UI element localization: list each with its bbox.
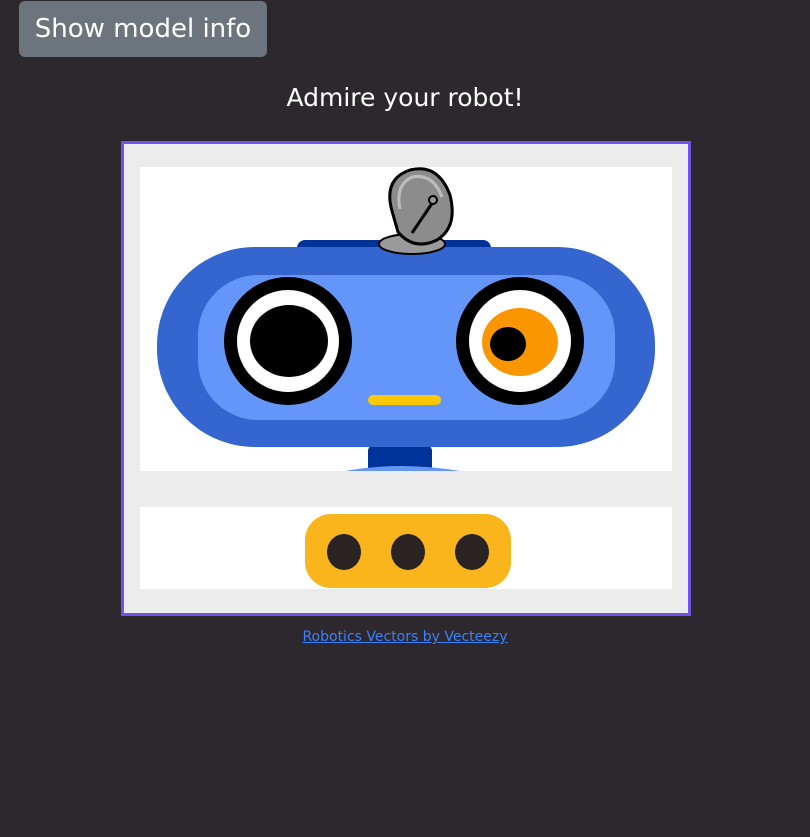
body-dot bbox=[391, 534, 425, 570]
robot-display-frame bbox=[121, 141, 691, 616]
credit-line: Robotics Vectors by Vecteezy bbox=[0, 627, 810, 647]
robot-mouth bbox=[368, 395, 441, 405]
satellite-dish-icon bbox=[378, 167, 454, 255]
robot-shoulder bbox=[345, 466, 460, 471]
body-dot bbox=[327, 534, 361, 570]
left-eye bbox=[224, 277, 352, 405]
page-title: Admire your robot! bbox=[286, 83, 524, 112]
robot-head-panel bbox=[140, 167, 672, 471]
body-dot bbox=[455, 534, 489, 570]
show-model-info-button[interactable]: Show model info bbox=[19, 1, 267, 57]
vecteezy-credit-link[interactable]: Robotics Vectors by Vecteezy bbox=[302, 629, 507, 645]
robot-body-icon bbox=[305, 514, 511, 588]
robot-head-icon bbox=[157, 167, 655, 471]
robot-body-panel bbox=[140, 507, 672, 589]
right-eye bbox=[456, 277, 584, 405]
